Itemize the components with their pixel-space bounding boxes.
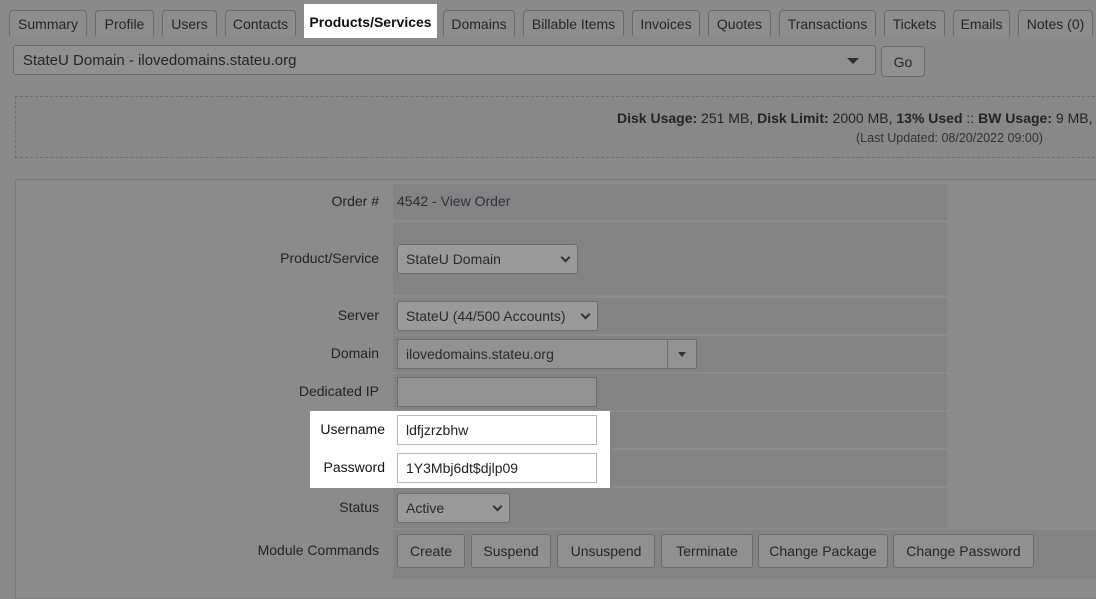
tab-notes[interactable]: Notes (0) [1018, 10, 1093, 36]
bw-usage-label: BW Usage: [978, 110, 1052, 126]
dedicated-ip-label: Dedicated IP [298, 383, 379, 399]
server-select[interactable]: StateU (44/500 Accounts) [397, 301, 598, 331]
tab-tickets[interactable]: Tickets [884, 10, 945, 36]
status-select[interactable]: Active [397, 493, 510, 523]
chevron-down-icon [492, 501, 503, 512]
domain-dropdown-button[interactable] [667, 339, 697, 369]
dedicated-ip-input[interactable] [397, 377, 597, 407]
module-commands-label: Module Commands [257, 542, 379, 558]
product-select-value: StateU Domain [406, 251, 501, 267]
service-select-value: StateU Domain - ilovedomains.stateu.org [23, 51, 297, 69]
server-select-value: StateU (44/500 Accounts) [406, 308, 566, 324]
tab-invoices[interactable]: Invoices [632, 10, 700, 36]
tab-transactions[interactable]: Transactions [779, 10, 876, 36]
change-package-button[interactable]: Change Package [758, 534, 888, 568]
product-label: Product/Service [280, 250, 379, 266]
unsuspend-button[interactable]: Unsuspend [557, 534, 655, 568]
order-number: 4542 [397, 193, 429, 209]
service-select[interactable]: StateU Domain - ilovedomains.stateu.org [13, 45, 876, 75]
username-input[interactable]: ldfjzrzbhw [397, 415, 597, 445]
disk-limit-value: 2000 MB, [832, 110, 893, 126]
tab-products-services[interactable]: Products/Services [304, 4, 437, 38]
order-info: 4542 - View Order [397, 193, 511, 209]
tab-billable-items[interactable]: Billable Items [523, 10, 624, 36]
server-label: Server [337, 307, 379, 323]
client-tabs: Summary Profile Users Contacts Products/… [0, 0, 1096, 38]
change-password-button[interactable]: Change Password [893, 534, 1034, 568]
tab-summary[interactable]: Summary [9, 10, 87, 36]
create-button[interactable]: Create [397, 534, 465, 568]
tab-contacts[interactable]: Contacts [225, 10, 296, 36]
usage-panel [15, 96, 1096, 158]
domain-input[interactable]: ilovedomains.stateu.org [397, 339, 668, 369]
disk-usage-label: Disk Usage: [617, 110, 698, 126]
status-label: Status [339, 499, 379, 515]
status-select-value: Active [406, 500, 445, 516]
usage-summary: Disk Usage: 251 MB, Disk Limit: 2000 MB,… [617, 110, 1096, 126]
disk-usage-value: 251 MB, [701, 110, 754, 126]
password-label: Password [323, 459, 385, 475]
domain-label: Domain [330, 345, 379, 361]
view-order-link[interactable]: View Order [441, 193, 511, 209]
suspend-button[interactable]: Suspend [471, 534, 551, 568]
caret-down-icon [847, 58, 859, 64]
tab-quotes[interactable]: Quotes [708, 10, 771, 36]
chevron-down-icon [560, 252, 571, 263]
tab-users[interactable]: Users [162, 10, 217, 36]
tab-emails[interactable]: Emails [953, 10, 1010, 36]
password-input[interactable]: 1Y3Mbj6dt$djlp09 [397, 453, 597, 483]
tab-domains[interactable]: Domains [443, 10, 515, 36]
usage-separator: :: [966, 110, 975, 126]
username-label: Username [320, 421, 385, 437]
caret-down-icon [678, 352, 686, 357]
chevron-down-icon [580, 309, 591, 320]
product-select[interactable]: StateU Domain [397, 244, 578, 274]
used-percent: 13% Used [896, 110, 963, 126]
tab-profile[interactable]: Profile [95, 10, 154, 36]
disk-limit-label: Disk Limit: [757, 110, 829, 126]
last-updated: (Last Updated: 08/20/2022 09:00) [856, 131, 1043, 145]
order-label: Order # [331, 193, 379, 209]
terminate-button[interactable]: Terminate [661, 534, 753, 568]
bw-usage-value: 9 MB, B [1055, 110, 1096, 126]
go-button[interactable]: Go [881, 46, 925, 77]
